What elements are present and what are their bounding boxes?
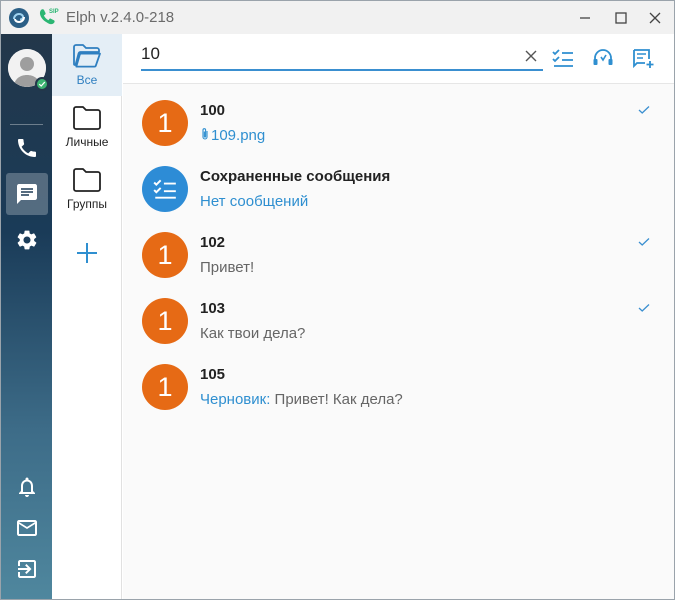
checkmark-icon xyxy=(38,81,46,87)
clear-icon[interactable] xyxy=(523,48,539,64)
chat-list: 1 100 109.png Сохраненные сообщения Нет … xyxy=(123,87,674,417)
search-bar xyxy=(123,34,674,84)
checkmark-icon xyxy=(638,106,650,114)
folder-personal[interactable]: Личные xyxy=(52,96,122,158)
window-title: Elph v.2.4.0-218 xyxy=(66,9,175,26)
chat-preview: Привет! xyxy=(200,259,255,276)
mail-icon xyxy=(17,520,37,536)
folder-open-icon xyxy=(73,44,101,68)
checkmark-icon xyxy=(638,304,650,312)
maximize-button[interactable] xyxy=(603,1,639,34)
close-button[interactable] xyxy=(637,1,673,34)
chat-name: 105 xyxy=(200,366,226,383)
select-list-icon xyxy=(153,179,176,199)
notifications-button[interactable] xyxy=(6,466,48,508)
calls-button[interactable] xyxy=(6,127,48,169)
chat-name: Сохраненные сообщения xyxy=(200,168,391,185)
chat-item-102[interactable]: 1 102 Привет! xyxy=(123,219,674,285)
minimize-button[interactable] xyxy=(567,1,603,34)
draft-text: Привет! Как дела? xyxy=(270,391,403,408)
folder-label: Группы xyxy=(67,197,107,211)
chats-button[interactable] xyxy=(6,173,48,215)
bell-icon xyxy=(19,477,35,497)
folder-all[interactable]: Все xyxy=(52,34,122,96)
chat-avatar: 1 xyxy=(142,100,188,146)
folder-label: Личные xyxy=(65,135,109,149)
folder-label: Все xyxy=(76,73,98,87)
logout-icon xyxy=(18,560,36,578)
chat-preview: Как твои дела? xyxy=(200,325,306,342)
chat-preview: Нет сообщений xyxy=(200,193,309,210)
select-chats-button[interactable] xyxy=(550,45,576,71)
chat-item-100[interactable]: 1 100 109.png xyxy=(123,87,674,153)
folders-panel: Все Личные Группы xyxy=(52,34,122,599)
support-icon xyxy=(593,49,613,65)
gear-icon xyxy=(17,230,37,250)
maximize-icon xyxy=(615,11,627,24)
checkmark-icon xyxy=(638,238,650,246)
new-chat-icon xyxy=(633,49,654,69)
chat-item-saved-messages[interactable]: Сохраненные сообщения Нет сообщений xyxy=(123,153,674,219)
chat-item-103[interactable]: 1 103 Как твои дела? xyxy=(123,285,674,351)
logout-button[interactable] xyxy=(6,548,48,590)
app-window: SIP Elph v.2.4.0-218 Все Личные Группы 1… xyxy=(0,0,675,600)
search-underline xyxy=(141,69,543,71)
search-input[interactable] xyxy=(141,41,521,67)
chat-list-panel: 1 100 109.png Сохраненные сообщения Нет … xyxy=(123,34,674,599)
phone-icon xyxy=(18,139,36,157)
rail-divider xyxy=(10,124,43,125)
saved-messages-avatar xyxy=(142,166,188,212)
paperclip-icon xyxy=(202,128,208,140)
chat-name: 103 xyxy=(200,300,226,317)
settings-button[interactable] xyxy=(6,219,48,261)
chat-preview: 109.png xyxy=(200,127,265,144)
chat-icon xyxy=(17,184,37,204)
sip-phone-icon: SIP xyxy=(39,9,59,25)
online-status-badge xyxy=(35,77,49,91)
minimize-icon xyxy=(580,16,590,19)
close-icon xyxy=(649,12,661,23)
title-bar: SIP Elph v.2.4.0-218 xyxy=(1,1,674,34)
draft-label: Черновик: xyxy=(200,391,271,408)
folder-icon xyxy=(73,168,101,192)
navigation-rail xyxy=(1,34,52,599)
chat-item-105[interactable]: 1 105 Черновик: Привет! Как дела? xyxy=(123,351,674,417)
attachment-filename: 109.png xyxy=(211,127,266,144)
chat-avatar: 1 xyxy=(142,232,188,278)
svg-text:SIP: SIP xyxy=(49,9,59,15)
chat-preview: Черновик: Привет! Как дела? xyxy=(200,391,403,408)
new-chat-button[interactable] xyxy=(630,45,656,71)
select-list-icon xyxy=(552,49,573,67)
chat-avatar: 1 xyxy=(142,364,188,410)
chat-name: 100 xyxy=(200,102,226,119)
support-button[interactable] xyxy=(590,45,616,71)
add-folder-button[interactable] xyxy=(74,240,100,266)
app-logo-icon xyxy=(9,8,29,28)
mail-button[interactable] xyxy=(6,507,48,549)
chat-avatar: 1 xyxy=(142,298,188,344)
folder-groups[interactable]: Группы xyxy=(52,158,122,220)
folder-icon xyxy=(73,106,101,130)
chat-name: 102 xyxy=(200,234,226,251)
